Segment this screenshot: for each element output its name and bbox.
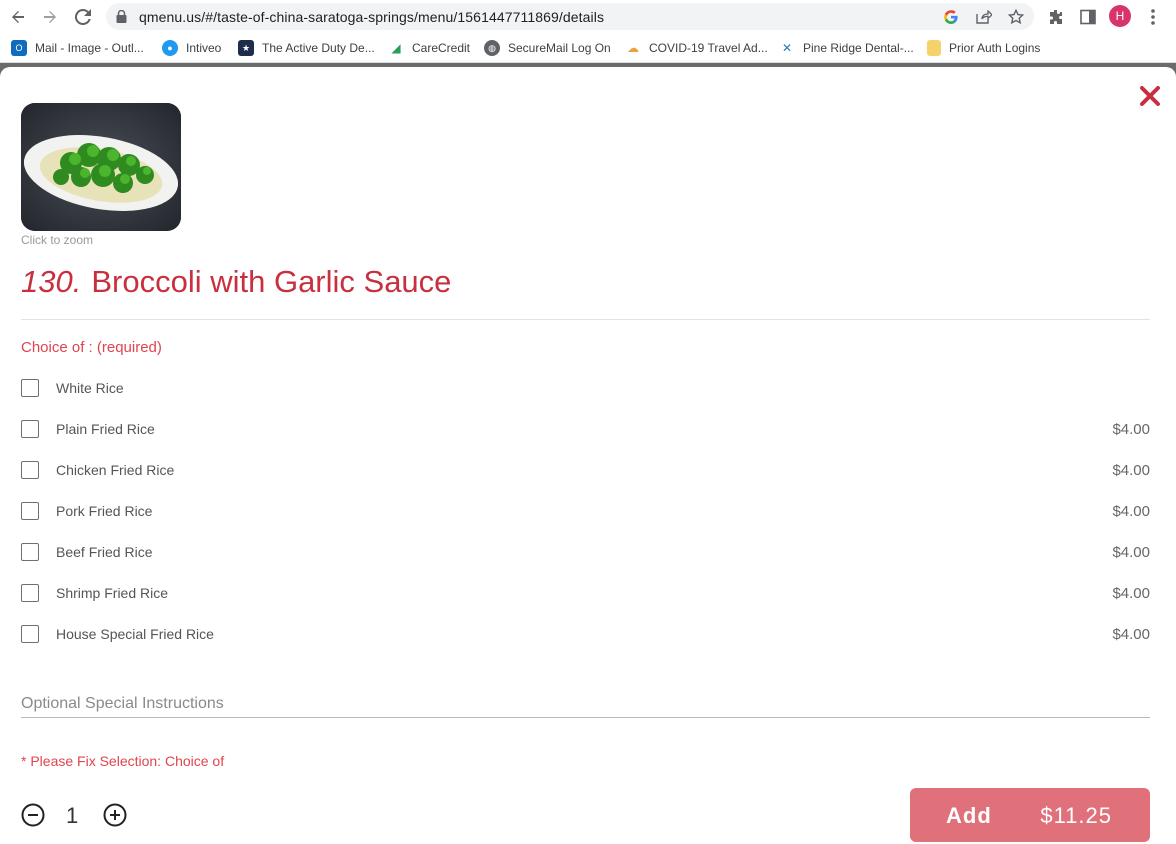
back-arrow-icon[interactable] [6, 5, 30, 29]
error-message: * Please Fix Selection: Choice of [21, 753, 225, 769]
option-beef-fried-rice[interactable]: Beef Fried Rice $4.00 [21, 541, 1150, 565]
bookmark-4[interactable]: ◍ SecureMail Log On [484, 40, 611, 56]
checkbox[interactable] [21, 543, 39, 561]
bookmark-1[interactable]: ● Intiveo [162, 40, 221, 56]
bookmark-label: Mail - Image - Outl... [35, 41, 144, 55]
option-price: $4.00 [1112, 503, 1150, 520]
close-icon[interactable] [1138, 84, 1162, 108]
option-price: $4.00 [1112, 626, 1150, 643]
option-plain-fried-rice[interactable]: Plain Fried Rice $4.00 [21, 418, 1150, 442]
share-icon[interactable] [975, 8, 993, 26]
bookmark-3[interactable]: ◢ CareCredit [388, 40, 470, 56]
option-pork-fried-rice[interactable]: Pork Fried Rice $4.00 [21, 500, 1150, 524]
item-title: 130. Broccoli with Garlic Sauce [21, 264, 451, 300]
star-icon[interactable] [1007, 8, 1025, 26]
checkbox[interactable] [21, 625, 39, 643]
option-price: $4.00 [1112, 544, 1150, 561]
bookmarks-bar: O Mail - Image - Outl... ● Intiveo ★ The Ac… [0, 33, 1176, 63]
bookmark-label: Intiveo [186, 41, 222, 55]
zoom-hint: Click to zoom [21, 233, 94, 247]
covid-travel-icon: ☁ [627, 41, 639, 55]
globe-icon: ◍ [484, 40, 500, 56]
google-icon[interactable] [942, 8, 960, 26]
bookmark-label: The Active Duty De... [262, 41, 375, 55]
divider [21, 319, 1150, 320]
option-label: Beef Fried Rice [56, 544, 153, 560]
option-label: White Rice [56, 380, 124, 396]
item-name: Broccoli with Garlic Sauce [91, 264, 452, 299]
checkbox[interactable] [21, 461, 39, 479]
option-price: $4.00 [1112, 462, 1150, 479]
add-label: Add [946, 803, 992, 828]
folder-icon [927, 40, 941, 56]
bookmark-label: Pine Ridge Dental-... [803, 41, 914, 55]
forward-arrow-icon[interactable] [38, 5, 62, 29]
add-to-cart-button[interactable]: Add $11.25 [910, 788, 1150, 842]
bookmark-2[interactable]: ★ The Active Duty De... [238, 40, 375, 56]
option-shrimp-fried-rice[interactable]: Shrimp Fried Rice $4.00 [21, 582, 1150, 606]
kebab-menu-icon[interactable] [1141, 5, 1165, 29]
item-number: 130. [21, 264, 82, 299]
bookmark-5[interactable]: ☁ COVID-19 Travel Ad... [625, 40, 768, 56]
checkbox[interactable] [21, 379, 39, 397]
option-price: $4.00 [1112, 585, 1150, 602]
checkbox[interactable] [21, 420, 39, 438]
url-text: qmenu.us/#/taste-of-china-saratoga-sprin… [139, 9, 605, 25]
quantity-value: 1 [66, 803, 79, 828]
choice-heading: Choice of : (required) [21, 339, 162, 356]
bookmark-label: CareCredit [412, 41, 471, 55]
add-price: $11.25 [1040, 803, 1112, 828]
bookmark-label: COVID-19 Travel Ad... [649, 41, 768, 55]
checkbox[interactable] [21, 584, 39, 602]
option-chicken-fried-rice[interactable]: Chicken Fried Rice $4.00 [21, 459, 1150, 483]
dish-image[interactable] [21, 103, 181, 231]
checkbox[interactable] [21, 502, 39, 520]
pine-ridge-icon: ✕ [781, 41, 793, 55]
reload-icon[interactable] [71, 5, 95, 29]
bookmark-label: SecureMail Log On [508, 41, 611, 55]
option-price: $4.00 [1112, 421, 1150, 438]
option-house-special-fried-rice[interactable]: House Special Fried Rice $4.00 [21, 623, 1150, 647]
option-label: Plain Fried Rice [56, 421, 155, 437]
carecredit-icon: ◢ [391, 41, 401, 55]
active-duty-icon: ★ [238, 40, 254, 56]
outlook-icon: O [11, 40, 27, 56]
bookmark-0[interactable]: O Mail - Image - Outl... [11, 40, 144, 56]
side-panel-icon[interactable] [1076, 5, 1100, 29]
browser-toolbar: qmenu.us/#/taste-of-china-saratoga-sprin… [0, 0, 1176, 33]
bookmark-7[interactable]: Prior Auth Logins [927, 40, 1040, 56]
address-bar[interactable]: qmenu.us/#/taste-of-china-saratoga-sprin… [106, 3, 1034, 30]
option-label: House Special Fried Rice [56, 626, 214, 642]
profile-avatar[interactable]: H [1109, 5, 1131, 27]
increment-icon[interactable] [103, 803, 127, 827]
option-label: Shrimp Fried Rice [56, 585, 169, 601]
bookmark-6[interactable]: ✕ Pine Ridge Dental-... [779, 40, 914, 56]
option-label: Pork Fried Rice [56, 503, 153, 519]
option-label: Chicken Fried Rice [56, 462, 175, 478]
intiveo-icon: ● [162, 40, 178, 56]
lock-icon [116, 9, 127, 28]
special-instructions-input[interactable] [21, 691, 1150, 718]
extensions-icon[interactable] [1044, 5, 1068, 29]
bookmark-label: Prior Auth Logins [949, 41, 1041, 55]
option-white-rice[interactable]: White Rice [21, 377, 1150, 401]
decrement-icon[interactable] [21, 803, 45, 827]
